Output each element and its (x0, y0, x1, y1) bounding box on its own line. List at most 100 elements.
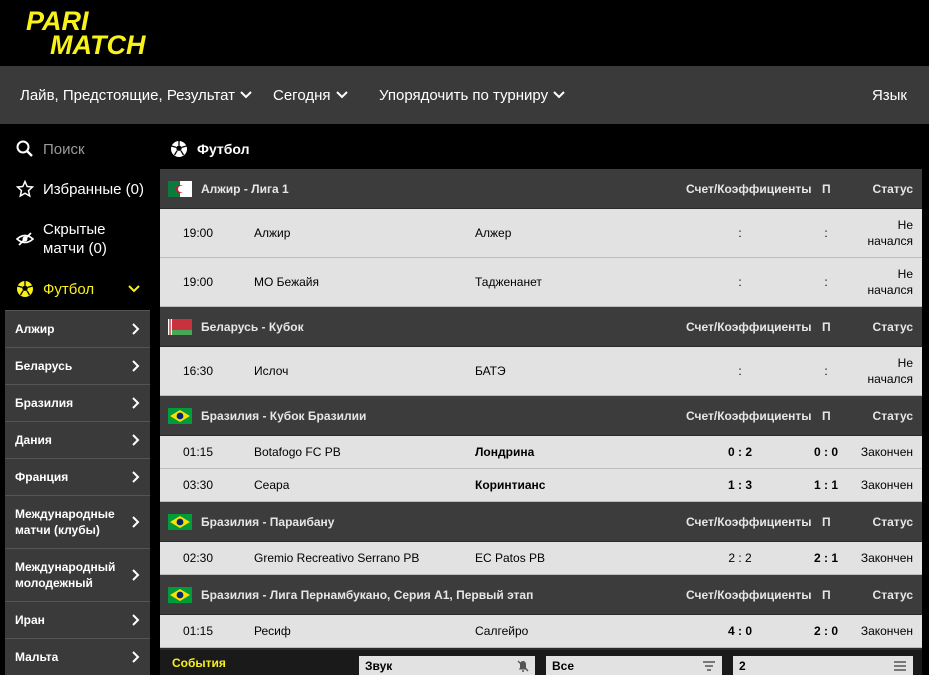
match-period: 2 : 0 (813, 624, 838, 638)
col-score-header: Счет/Коэффициенты (686, 319, 812, 334)
league-header[interactable]: Беларусь - Кубок Счет/Коэффициенты П Ста… (160, 307, 922, 347)
parimatch-logo[interactable]: PARI MATCH (12, 6, 172, 58)
events-filter-select[interactable]: Все (546, 656, 722, 675)
match-row[interactable]: 19:00 Алжир Алжер : : Не начался (160, 209, 922, 258)
match-status: Закончен (860, 445, 913, 459)
league-header[interactable]: Бразилия - Лига Пернамбукано, Серия А1, … (160, 575, 922, 615)
col-status-header: Статус (872, 514, 913, 529)
country-label: Иран (15, 613, 45, 627)
sidebar-item-algeria[interactable]: Алжир (5, 310, 150, 347)
football-label: Футбол (43, 280, 95, 298)
sidebar-item-france[interactable]: Франция (5, 458, 150, 495)
count-value: 2 (739, 658, 746, 673)
match-row[interactable]: 02:30 Gremio Recreativo Serrano PB EC Pa… (160, 542, 922, 575)
sidebar-item-international-youth[interactable]: Международный молодежный (5, 548, 150, 601)
match-status: Не начался (868, 217, 913, 249)
match-row[interactable]: 19:00 МО Бежайя Тадженанет : : Не начался (160, 258, 922, 307)
match-time: 19:00 (183, 226, 214, 240)
logo-text-2: MATCH (50, 30, 146, 58)
league-header[interactable]: Алжир - Лига 1 Счет/Коэффициенты П Стату… (160, 169, 922, 209)
match-period: : (824, 364, 828, 378)
bell-off-icon (517, 660, 529, 672)
col-status-header: Статус (872, 319, 913, 334)
sport-title: Футбол (197, 141, 250, 157)
count-select[interactable]: 2 (733, 656, 913, 675)
sidebar-item-hidden-matches[interactable]: Скрытые матчи (0) (5, 209, 150, 269)
hidden-line-1: Скрытые (43, 221, 106, 238)
chevron-right-icon (132, 360, 140, 372)
sidebar-item-international-clubs[interactable]: Международные матчи (клубы) (5, 495, 150, 548)
match-score: 1 : 3 (727, 478, 752, 492)
soccer-ball-icon (15, 279, 35, 299)
sport-header: Футбол (160, 129, 922, 169)
match-status: Закончен (860, 478, 913, 492)
league-name: Алжир - Лига 1 (201, 181, 289, 196)
country-list: Алжир Беларусь Бразилия Дания Франция Ме… (5, 310, 150, 675)
country-label: Франция (15, 470, 69, 484)
language-label: Язык (871, 86, 907, 104)
match-time: 03:30 (183, 478, 214, 492)
sidebar-item-iran[interactable]: Иран (5, 601, 150, 638)
away-team: БАТЭ (475, 364, 506, 378)
col-score-header: Счет/Коэффициенты (686, 587, 812, 602)
league-header[interactable]: Бразилия - Параибану Счет/Коэффициенты П… (160, 502, 922, 542)
eye-off-icon (15, 229, 35, 249)
match-time: 19:00 (183, 275, 214, 289)
top-header: PARI MATCH (0, 0, 929, 66)
match-row[interactable]: 03:30 Сеара Коринтианс 1 : 3 1 : 1 Закон… (160, 469, 922, 502)
away-team: Лондрина (475, 445, 535, 459)
match-status: Закончен (860, 624, 913, 638)
sound-toggle[interactable]: Звук (359, 656, 535, 675)
home-team: Алжир (254, 226, 291, 240)
brazil-flag-icon (168, 586, 192, 603)
away-team: Алжер (475, 226, 512, 240)
sort-dropdown[interactable]: Упорядочить по турниру (379, 66, 566, 124)
date-dropdown[interactable]: Сегодня (273, 66, 349, 124)
chevron-right-icon (132, 323, 140, 335)
status-line-2: начался (867, 283, 913, 297)
filter-dropdown[interactable]: Лайв, Предстоящие, Результат (20, 66, 253, 124)
sidebar-item-brazil[interactable]: Бразилия (5, 384, 150, 421)
sidebar-item-football[interactable]: Футбол (5, 269, 150, 309)
home-team: Ислоч (254, 364, 289, 378)
match-row[interactable]: 01:15 Ресиф Салгейро 4 : 0 2 : 0 Законче… (160, 615, 922, 648)
match-status: Закончен (860, 551, 913, 565)
country-label: Мальта (15, 650, 59, 664)
sidebar-item-denmark[interactable]: Дания (5, 421, 150, 458)
country-label-line-2: матчи (клубы) (15, 523, 100, 537)
filter-label: Лайв, Предстоящие, Результат (20, 86, 236, 104)
search-input[interactable]: Поиск (5, 129, 150, 169)
language-button[interactable]: Язык (872, 66, 907, 124)
match-row[interactable]: 16:30 Ислоч БАТЭ : : Не начался (160, 347, 922, 396)
soccer-ball-icon (171, 141, 187, 157)
league-name: Бразилия - Параибану (201, 514, 335, 529)
col-p-header: П (822, 514, 831, 529)
chevron-down-icon (553, 91, 565, 99)
home-team: Botafogo FC PB (254, 445, 341, 459)
chevron-right-icon (132, 569, 140, 581)
chevron-down-icon (335, 91, 348, 99)
sound-label: Звук (365, 658, 393, 673)
match-score: 2 : 2 (728, 551, 752, 565)
sidebar-item-belarus[interactable]: Беларусь (5, 347, 150, 384)
date-label: Сегодня (273, 86, 331, 104)
status-line-2: начался (867, 372, 913, 386)
match-time: 16:30 (183, 364, 214, 378)
col-score-header: Счет/Коэффициенты (686, 181, 812, 196)
sidebar-item-favorites[interactable]: Избранные (0) (5, 169, 150, 209)
search-icon (15, 139, 35, 159)
match-status: Не начался (868, 355, 913, 387)
sidebar-item-malta[interactable]: Мальта (5, 638, 150, 675)
away-team: Тадженанет (475, 275, 542, 289)
nav-bar: Лайв, Предстоящие, Результат Сегодня Упо… (0, 66, 929, 124)
col-status-header: Статус (872, 408, 913, 423)
events-panel: Футбол Алжир - Лига 1 Счет/Коэффициенты … (160, 129, 922, 675)
status-line-1: Не (897, 267, 913, 281)
sort-label: Упорядочить по турниру (379, 86, 549, 104)
status-line-1: Не (897, 356, 913, 370)
match-row[interactable]: 01:15 Botafogo FC PB Лондрина 0 : 2 0 : … (160, 436, 922, 469)
match-score: : (738, 275, 742, 289)
country-label: Дания (15, 433, 52, 447)
country-label: Международные матчи (клубы) (15, 506, 115, 538)
league-header[interactable]: Бразилия - Кубок Бразилии Счет/Коэффицие… (160, 396, 922, 436)
